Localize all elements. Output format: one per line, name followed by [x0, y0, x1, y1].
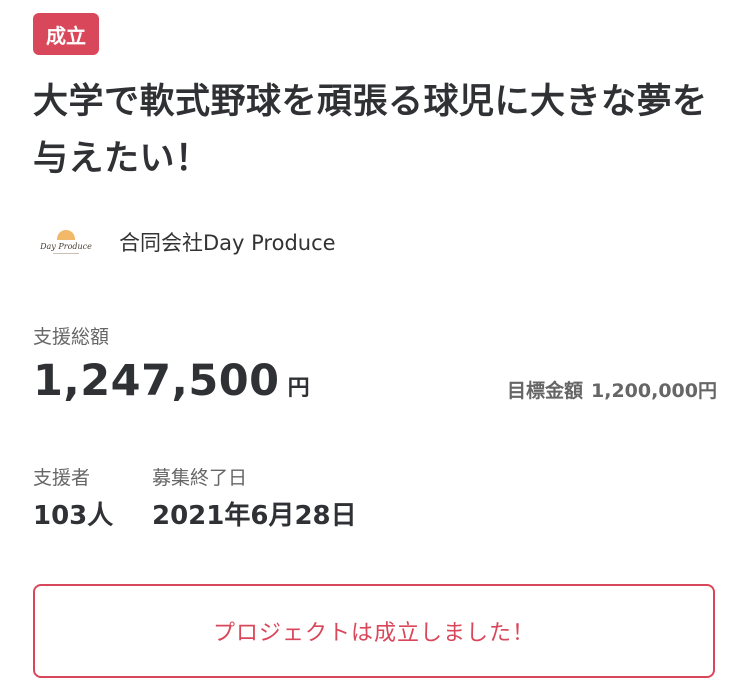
- end-date-label: 募集終了日: [152, 467, 248, 489]
- owner-logo-underline: [53, 253, 79, 254]
- project-title: 大学で軟式野球を頑張る球児に大きな夢を与えたい！: [33, 82, 708, 179]
- project-status-button[interactable]: プロジェクトは成立しました！: [33, 584, 715, 678]
- total-support-value: 1,247,500: [33, 356, 280, 406]
- total-support-unit: 円: [287, 376, 310, 401]
- goal-value: 1,200,000円: [591, 380, 717, 402]
- supporters-value: 103人: [33, 501, 114, 531]
- status-badge: 成立: [33, 13, 99, 55]
- goal-amount: 目標金額 1,200,000円: [507, 376, 717, 403]
- sun-icon: [57, 230, 75, 240]
- supporters-label: 支援者: [33, 467, 91, 489]
- end-date-value: 2021年6月28日: [152, 501, 357, 531]
- project-owner[interactable]: Day Produce 合同会社Day Produce: [33, 214, 336, 270]
- total-support-label: 支援総額: [33, 326, 110, 348]
- goal-label: 目標金額: [507, 380, 584, 402]
- owner-logo-text: Day Produce: [40, 242, 92, 251]
- owner-name[interactable]: 合同会社Day Produce: [119, 227, 336, 257]
- owner-logo: Day Produce: [33, 214, 99, 270]
- total-support-amount: 1,247,500 円: [33, 356, 310, 406]
